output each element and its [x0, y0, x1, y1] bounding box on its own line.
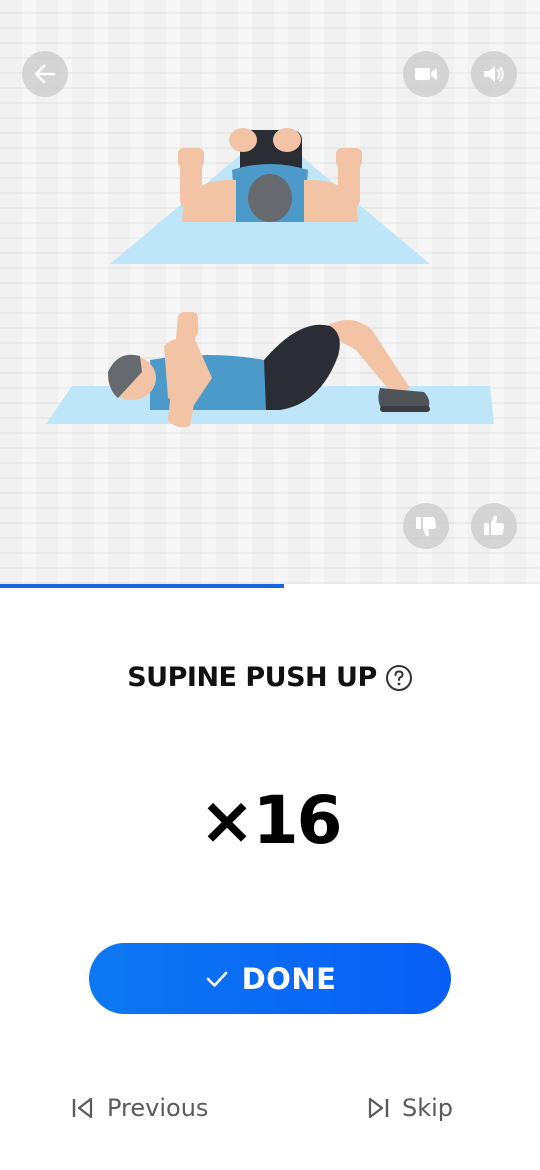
exercise-figure [46, 128, 494, 428]
video-camera-icon [415, 68, 437, 80]
skip-previous-icon [72, 1097, 93, 1119]
sound-button[interactable] [471, 51, 517, 97]
previous-button[interactable]: Previous [71, 1090, 208, 1126]
arrow-left-icon [34, 64, 56, 84]
video-button[interactable] [403, 51, 449, 97]
skip-button[interactable]: Skip [366, 1090, 453, 1126]
question-circle-icon[interactable] [385, 664, 413, 692]
exercise-name: SUPINE PUSH UP [127, 662, 377, 693]
side-view-person [108, 312, 430, 428]
skip-next-icon [368, 1097, 389, 1119]
done-button[interactable]: DONE [89, 943, 451, 1014]
exercise-progress-fill [0, 584, 285, 588]
exercise-illustration [0, 0, 540, 584]
dislike-button[interactable] [403, 503, 449, 549]
skip-label: Skip [402, 1094, 454, 1122]
speaker-volume-icon [484, 66, 504, 82]
like-button[interactable] [471, 503, 517, 549]
thumbs-up-icon [484, 515, 504, 535]
top-view-person [178, 128, 362, 222]
rep-count: ×16 [199, 782, 342, 859]
previous-label: Previous [107, 1094, 209, 1122]
exercise-header: SUPINE PUSH UP [0, 662, 540, 693]
done-button-label: DONE [241, 961, 337, 996]
checkmark-icon [206, 971, 227, 987]
thumbs-down-icon [416, 517, 436, 537]
back-button[interactable] [22, 51, 68, 97]
exercise-progress-bar [0, 584, 540, 588]
